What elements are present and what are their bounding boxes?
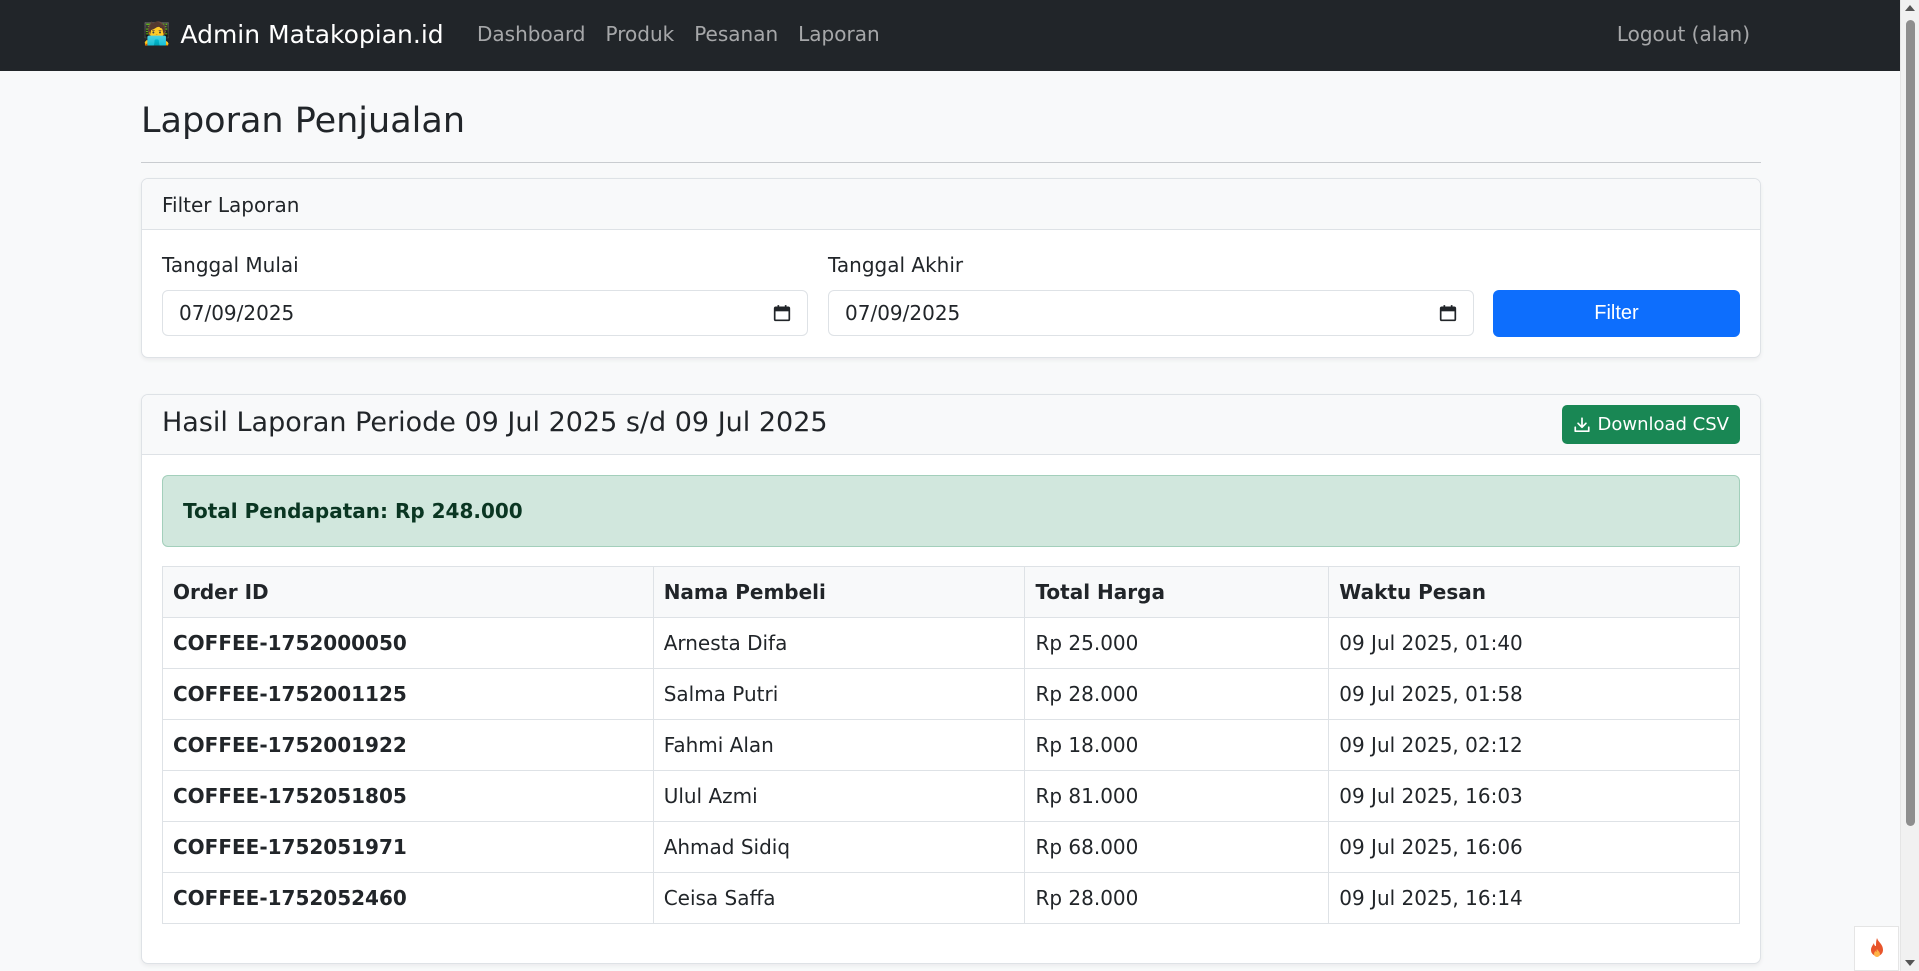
nav-dashboard[interactable]: Dashboard (477, 22, 586, 46)
table-row: COFFEE-1752052460 Ceisa Saffa Rp 28.000 … (162, 872, 1740, 924)
calendar-icon[interactable] (1439, 304, 1457, 322)
start-date-value: 07/09/2025 (179, 301, 295, 325)
total-price-cell: Rp 81.000 (1024, 770, 1330, 822)
result-card: Hasil Laporan Periode 09 Jul 2025 s/d 09… (141, 394, 1761, 964)
buyer-name-cell: Ceisa Saffa (652, 872, 1026, 924)
order-id-cell: COFFEE-1752001922 (162, 719, 654, 771)
page-scrollbar[interactable] (1900, 0, 1919, 971)
brand-label: Admin Matakopian.id (180, 20, 444, 49)
technologist-icon: 🧑‍💻 (143, 21, 171, 47)
total-revenue-text: Total Pendapatan: Rp 248.000 (183, 499, 523, 523)
table-row: COFFEE-1752001125 Salma Putri Rp 28.000 … (162, 668, 1740, 720)
top-navbar: 🧑‍💻 Admin Matakopian.id Dashboard Produk… (0, 0, 1900, 71)
page-title: Laporan Penjualan (141, 101, 466, 141)
end-date-input[interactable]: 07/09/2025 (828, 290, 1474, 336)
scroll-thumb[interactable] (1906, 20, 1915, 826)
scroll-down-arrow-icon[interactable] (1905, 960, 1915, 966)
logout-link[interactable]: Logout (alan) (1617, 22, 1750, 46)
start-date-label: Tanggal Mulai (162, 253, 299, 277)
start-date-input[interactable]: 07/09/2025 (162, 290, 808, 336)
result-title: Hasil Laporan Periode 09 Jul 2025 s/d 09… (162, 407, 828, 438)
filter-card-header: Filter Laporan (142, 179, 1760, 230)
nav-produk[interactable]: Produk (606, 22, 675, 46)
download-icon (1574, 416, 1591, 432)
table-row: COFFEE-1752051971 Ahmad Sidiq Rp 68.000 … (162, 821, 1740, 873)
order-time-cell: 09 Jul 2025, 01:40 (1328, 617, 1740, 669)
order-id-cell: COFFEE-1752051805 (162, 770, 654, 822)
scroll-up-arrow-icon[interactable] (1905, 5, 1915, 11)
nav-laporan[interactable]: Laporan (798, 22, 879, 46)
end-date-label: Tanggal Akhir (828, 253, 964, 277)
buyer-name-cell: Ahmad Sidiq (652, 821, 1026, 873)
download-csv-label: Download CSV (1597, 414, 1729, 435)
table-row: COFFEE-1752051805 Ulul Azmi Rp 81.000 09… (162, 770, 1740, 822)
filter-card: Filter Laporan Tanggal Mulai 07/09/2025 … (141, 178, 1761, 358)
buyer-name-cell: Fahmi Alan (652, 719, 1026, 771)
flame-icon (1870, 937, 1883, 957)
column-header: Total Harga (1024, 566, 1330, 618)
calendar-icon[interactable] (773, 304, 791, 322)
order-time-cell: 09 Jul 2025, 01:58 (1328, 668, 1740, 720)
order-time-cell: 09 Jul 2025, 16:06 (1328, 821, 1740, 873)
order-id-cell: COFFEE-1752052460 (162, 872, 654, 924)
order-time-cell: 09 Jul 2025, 16:03 (1328, 770, 1740, 822)
total-price-cell: Rp 25.000 (1024, 617, 1330, 669)
total-price-cell: Rp 28.000 (1024, 668, 1330, 720)
buyer-name-cell: Salma Putri (652, 668, 1026, 720)
order-time-cell: 09 Jul 2025, 02:12 (1328, 719, 1740, 771)
order-id-cell: COFFEE-1752051971 (162, 821, 654, 873)
column-header: Nama Pembeli (652, 566, 1026, 618)
order-time-cell: 09 Jul 2025, 16:14 (1328, 872, 1740, 924)
brand-link[interactable]: 🧑‍💻 Admin Matakopian.id (143, 20, 444, 49)
order-id-cell: COFFEE-1752000050 (162, 617, 654, 669)
filter-card-title: Filter Laporan (162, 193, 300, 217)
nav-pesanan[interactable]: Pesanan (694, 22, 778, 46)
total-price-cell: Rp 68.000 (1024, 821, 1330, 873)
nav-links: Dashboard Produk Pesanan Laporan (477, 22, 880, 46)
order-id-cell: COFFEE-1752001125 (162, 668, 654, 720)
divider (141, 162, 1761, 163)
flame-badge[interactable] (1854, 926, 1899, 971)
table-row: COFFEE-1752000050 Arnesta Difa Rp 25.000… (162, 617, 1740, 669)
column-header: Waktu Pesan (1328, 566, 1740, 618)
end-date-value: 07/09/2025 (845, 301, 961, 325)
total-price-cell: Rp 28.000 (1024, 872, 1330, 924)
total-revenue-alert: Total Pendapatan: Rp 248.000 (162, 475, 1740, 547)
result-card-header: Hasil Laporan Periode 09 Jul 2025 s/d 09… (142, 395, 1760, 455)
report-table: Order ID Nama Pembeli Total Harga Waktu … (162, 566, 1740, 924)
table-row: COFFEE-1752001922 Fahmi Alan Rp 18.000 0… (162, 719, 1740, 771)
table-header-row: Order ID Nama Pembeli Total Harga Waktu … (162, 566, 1740, 618)
filter-button[interactable]: Filter (1493, 290, 1740, 337)
buyer-name-cell: Arnesta Difa (652, 617, 1026, 669)
total-price-cell: Rp 18.000 (1024, 719, 1330, 771)
column-header: Order ID (162, 566, 654, 618)
buyer-name-cell: Ulul Azmi (652, 770, 1026, 822)
download-csv-button[interactable]: Download CSV (1562, 405, 1740, 444)
